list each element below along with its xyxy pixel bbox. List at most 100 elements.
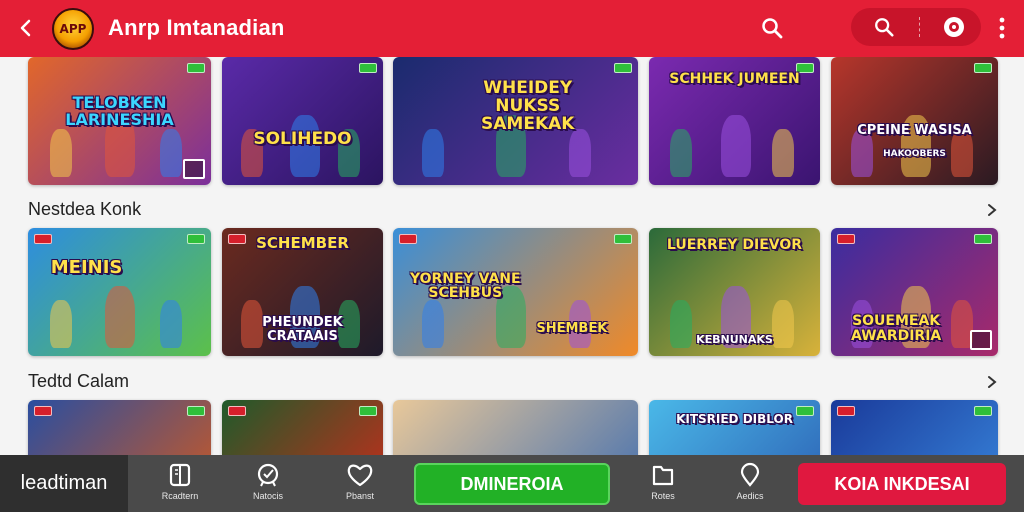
card-art xyxy=(649,400,820,455)
character-figure xyxy=(772,129,795,178)
game-card[interactable]: LUERREY DIEVOR KEBNUNAKS xyxy=(649,228,820,356)
card-art xyxy=(28,228,211,356)
game-card[interactable]: SCHHEK JUMEEN xyxy=(649,57,820,185)
game-card[interactable] xyxy=(393,400,638,455)
new-badge xyxy=(399,234,417,244)
back-arrow-icon[interactable] xyxy=(10,12,42,44)
game-card[interactable] xyxy=(28,400,211,455)
folder-icon xyxy=(633,461,693,489)
card-subtitle: PHEUNDEK CRATAAIS xyxy=(262,314,343,344)
new-badge xyxy=(34,406,52,416)
card-title: CPEINE WASISA xyxy=(857,122,972,138)
nav-label: Rcadtern xyxy=(161,491,199,501)
character-figure xyxy=(569,129,592,178)
game-card[interactable]: SOLIHEDO xyxy=(222,57,383,185)
location-pin-icon xyxy=(720,461,780,489)
shield-check-icon xyxy=(238,461,298,489)
more-vert-icon[interactable] xyxy=(990,12,1014,44)
nav-label: Rotes xyxy=(651,491,675,501)
new-badge xyxy=(974,234,992,244)
character-figure xyxy=(422,129,445,178)
card-title: YORNEY VANE SCEHBUS xyxy=(409,270,521,302)
chevron-right-icon[interactable] xyxy=(982,372,1002,392)
app-logo[interactable]: APP xyxy=(52,8,94,50)
game-card[interactable] xyxy=(831,400,998,455)
game-card[interactable]: MEINIS xyxy=(28,228,211,356)
nav-label: Natocis xyxy=(252,491,283,501)
game-card[interactable]: SCHEMBER PHEUNDEK CRATAAIS xyxy=(222,228,383,356)
card-subtitle: SOLIHEDO xyxy=(253,129,352,150)
character-figure xyxy=(422,300,445,349)
card-title: TELOBKEN LARINESHIA xyxy=(65,93,174,130)
character-figure xyxy=(49,129,72,178)
expand-icon[interactable] xyxy=(183,159,205,179)
expand-icon[interactable] xyxy=(970,330,992,350)
game-card[interactable]: SOUEMEAK AWARDIRIA xyxy=(831,228,998,356)
heart-icon xyxy=(330,461,390,489)
card-art xyxy=(831,57,998,185)
character-figure xyxy=(104,286,135,349)
new-badge xyxy=(34,234,52,244)
bottom-nav-item[interactable]: Aedics xyxy=(720,461,780,509)
game-card[interactable]: KITSRIED DIBLOR xyxy=(649,400,820,455)
divider xyxy=(919,17,920,37)
game-card[interactable]: CPEINE WASISA HAKOOBERS xyxy=(831,57,998,185)
new-badge xyxy=(614,63,632,73)
app-title: Anrp Imtanadian xyxy=(108,15,285,40)
card-subtitle: SOUEMEAK AWARDIRIA xyxy=(850,312,942,344)
game-card[interactable]: YORNEY VANE SCEHBUS SHEMBEK xyxy=(393,228,638,356)
card-title: SCHHEK JUMEEN xyxy=(669,71,800,88)
card-subtitle: SHEMBEK xyxy=(536,320,608,336)
target-icon[interactable] xyxy=(939,12,969,42)
new-badge xyxy=(359,406,377,416)
character-figure xyxy=(159,300,182,349)
search-icon[interactable] xyxy=(869,12,899,42)
bottom-bar: leadtiman Rcadtern Natocis Pbanst DMINER… xyxy=(0,455,1024,512)
card-subtitle: KEBNUNAKS xyxy=(696,333,773,347)
new-badge xyxy=(359,63,377,73)
card-art xyxy=(222,57,383,185)
card-art xyxy=(831,400,998,455)
nav-label: Pbanst xyxy=(345,491,375,501)
card-subtitle: HAKOOBERS xyxy=(883,148,946,159)
new-badge xyxy=(187,63,205,73)
card-title: KITSRIED DIBLOR xyxy=(676,411,793,426)
card-art xyxy=(28,400,211,455)
game-card[interactable] xyxy=(222,400,383,455)
new-badge xyxy=(837,234,855,244)
nav-label: Aedics xyxy=(736,491,764,501)
content-area[interactable]: TELOBKEN LARINESHIA SOLIHEDO WHEIDEY NUK… xyxy=(0,57,1024,455)
game-card[interactable]: WHEIDEY NUKSS SAMEKAK xyxy=(393,57,638,185)
card-title: WHEIDEY NUKSS SAMEKAK xyxy=(481,78,575,134)
search-icon[interactable] xyxy=(756,12,788,44)
card-title: LUERREY DIEVOR xyxy=(666,237,803,254)
bottom-nav-item[interactable]: Natocis xyxy=(238,461,298,509)
header-action-pill xyxy=(851,8,981,46)
chevron-right-icon[interactable] xyxy=(982,200,1002,220)
primary-action-button[interactable]: DMINEROIA xyxy=(414,463,610,505)
bottom-nav-item[interactable]: Rotes xyxy=(633,461,693,509)
new-badge xyxy=(837,406,855,416)
card-title: MEINIS xyxy=(50,256,123,278)
secondary-action-button[interactable]: KOIA INKDESAI xyxy=(798,463,1006,505)
new-badge xyxy=(974,406,992,416)
card-title: SCHEMBER xyxy=(256,233,349,252)
game-card[interactable]: TELOBKEN LARINESHIA xyxy=(28,57,211,185)
bottom-nav-item[interactable]: Pbanst xyxy=(330,461,390,509)
logo-text: APP xyxy=(59,22,87,36)
bottom-left-label[interactable]: leadtiman xyxy=(0,455,128,512)
character-figure xyxy=(159,129,182,178)
card-art xyxy=(393,400,638,455)
section-title: Tedtd Calam xyxy=(28,371,130,391)
section-title: Nestdea Konk xyxy=(28,199,142,219)
character-figure xyxy=(720,115,751,178)
book-icon xyxy=(150,461,210,489)
character-figure xyxy=(49,300,72,349)
bottom-nav-item[interactable]: Rcadtern xyxy=(150,461,210,509)
new-badge xyxy=(187,406,205,416)
new-badge xyxy=(228,406,246,416)
new-badge xyxy=(974,63,992,73)
new-badge xyxy=(187,234,205,244)
app-header: APP Anrp Imtanadian xyxy=(0,0,1024,57)
character-figure xyxy=(669,129,692,178)
